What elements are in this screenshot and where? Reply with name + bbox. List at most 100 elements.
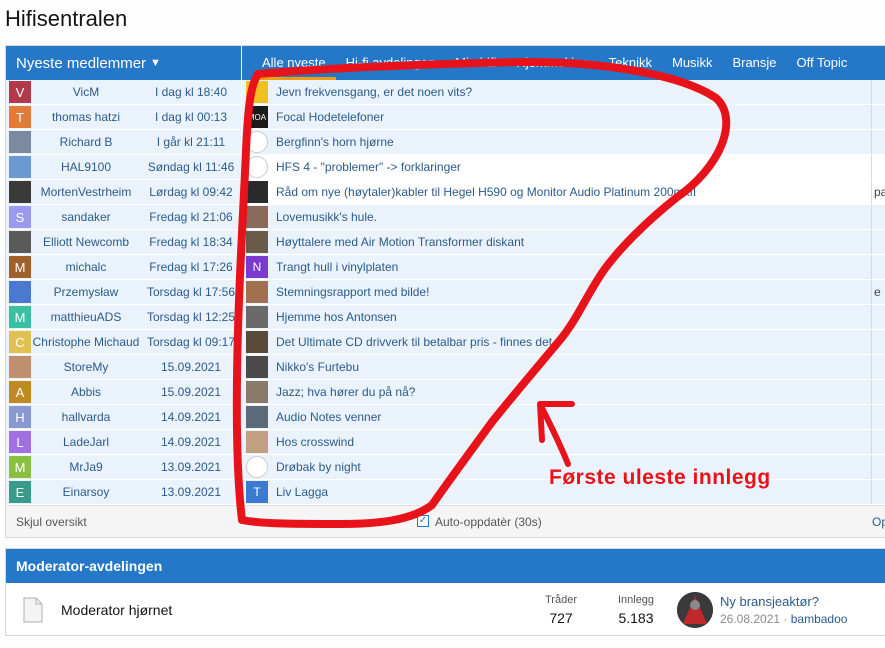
thread-item[interactable]: N Trangt hull i vinylplaten	[242, 255, 885, 279]
member-avatar-icon[interactable]: A	[9, 381, 31, 403]
thread-title[interactable]: Jazz; hva hører du på nå?	[276, 385, 415, 399]
auto-update-checkbox[interactable]: ✓	[417, 515, 429, 527]
member-name[interactable]: Abbis	[31, 385, 141, 399]
last-post-title[interactable]: Ny bransjeaktør?	[720, 594, 819, 609]
member-item[interactable]: Przemysław Torsdag kl 17:56	[6, 280, 242, 304]
thread-item[interactable]: MOA Focal Hodetelefoner	[242, 105, 885, 129]
thread-title[interactable]: Trangt hull i vinylplaten	[276, 260, 398, 274]
eye-icon[interactable]	[246, 156, 268, 178]
member-name[interactable]: VicM	[31, 85, 141, 99]
member-item[interactable]: M MrJa9 13.09.2021	[6, 455, 242, 479]
member-name[interactable]: Richard B	[31, 135, 141, 149]
member-name[interactable]: Christophe Michaud	[31, 335, 141, 349]
tab-7[interactable]: Off Topic	[787, 46, 858, 80]
tab-3[interactable]: Hjemmekino	[506, 46, 598, 80]
letter-avatar-icon[interactable]: N	[246, 256, 268, 278]
thread-item[interactable]: Råd om nye (høytaler)kabler til Hegel H5…	[242, 180, 885, 204]
member-item[interactable]: Richard B I går kl 21:11	[6, 130, 242, 154]
thread-title[interactable]: Lovemusikk's hule.	[276, 210, 377, 224]
photo-avatar-icon[interactable]	[246, 431, 268, 453]
member-avatar-icon[interactable]: C	[9, 331, 31, 353]
member-avatar-icon[interactable]	[9, 281, 31, 303]
tab-2[interactable]: Min hifi	[445, 46, 506, 80]
member-avatar-icon[interactable]	[9, 181, 31, 203]
thread-title[interactable]: Det Ultimate CD drivverk til betalbar pr…	[276, 335, 562, 349]
last-post-avatar[interactable]	[677, 592, 713, 628]
cartoon-avatar-icon[interactable]	[246, 81, 268, 103]
thread-title[interactable]: Hos crosswind	[276, 435, 354, 449]
moderator-node-title[interactable]: Moderator hjørnet	[61, 602, 172, 618]
member-avatar-icon[interactable]: T	[9, 106, 31, 128]
photo-avatar-icon[interactable]	[246, 381, 268, 403]
member-name[interactable]: MortenVestrheim	[31, 185, 141, 199]
member-name[interactable]: sandaker	[31, 210, 141, 224]
member-item[interactable]: MmatthieuADS Torsdag kl 12:25	[6, 305, 242, 329]
thread-item[interactable]: HFS 4 - "problemer" -> forklaringer	[242, 155, 885, 179]
member-item[interactable]: StoreMy 15.09.2021	[6, 355, 242, 379]
thread-item[interactable]: Lovemusikk's hule.	[242, 205, 885, 229]
thread-title[interactable]: Jevn frekvensgang, er det noen vits?	[276, 85, 472, 99]
member-item[interactable]: Elliott Newcomb Fredag kl 18:34	[6, 230, 242, 254]
thread-title[interactable]: Stemningsrapport med bilde!	[276, 285, 429, 299]
member-name[interactable]: hallvarda	[31, 410, 141, 424]
member-item[interactable]: HAL9100 Søndag kl 11:46	[6, 155, 242, 179]
thread-item[interactable]: Hjemme hos Antonsen	[242, 305, 885, 329]
moderator-section-title[interactable]: Moderator-avdelingen	[6, 549, 885, 583]
thread-title[interactable]: Drøbak by night	[276, 460, 361, 474]
photo-avatar-icon[interactable]	[246, 281, 268, 303]
figure-icon[interactable]	[246, 456, 268, 478]
photo-avatar-icon[interactable]	[246, 406, 268, 428]
member-name[interactable]: MrJa9	[31, 460, 141, 474]
photo-avatar-icon[interactable]	[246, 331, 268, 353]
photo-avatar-icon[interactable]	[246, 306, 268, 328]
member-name[interactable]: LadeJarl	[31, 435, 141, 449]
thread-item[interactable]: Jevn frekvensgang, er det noen vits?	[242, 80, 885, 104]
member-item[interactable]: Hhallvarda 14.09.2021	[6, 405, 242, 429]
tab-5[interactable]: Musikk	[662, 46, 722, 80]
tab-4[interactable]: Teknikk	[599, 46, 662, 80]
member-avatar-icon[interactable]	[9, 156, 31, 178]
speaker-icon[interactable]	[246, 131, 268, 153]
thread-item[interactable]: Det Ultimate CD drivverk til betalbar pr…	[242, 330, 885, 354]
photo-avatar-icon[interactable]	[246, 206, 268, 228]
thread-title[interactable]: Focal Hodetelefoner	[276, 110, 384, 124]
member-item[interactable]: L LadeJarl 14.09.2021	[6, 430, 242, 454]
tab-6[interactable]: Bransje	[722, 46, 786, 80]
tab-0[interactable]: Alle nyeste	[252, 46, 336, 80]
member-avatar-icon[interactable]	[9, 131, 31, 153]
member-item[interactable]: C Christophe Michaud Torsdag kl 09:17	[6, 330, 242, 354]
thread-item[interactable]: Stemningsrapport med bilde! e	[242, 280, 885, 304]
member-avatar-icon[interactable]: M	[9, 256, 31, 278]
member-name[interactable]: thomas hatzi	[31, 110, 141, 124]
thread-item[interactable]: Audio Notes venner	[242, 405, 885, 429]
member-avatar-icon[interactable]: E	[9, 481, 31, 503]
member-name[interactable]: Elliott Newcomb	[31, 235, 141, 249]
member-avatar-icon[interactable]: V	[9, 81, 31, 103]
member-avatar-icon[interactable]: S	[9, 206, 31, 228]
thread-item[interactable]: Hos crosswind	[242, 430, 885, 454]
member-name[interactable]: michalc	[31, 260, 141, 274]
letter-avatar-icon[interactable]: T	[246, 481, 268, 503]
thread-title[interactable]: Nikko's Furtebu	[276, 360, 359, 374]
tab-1[interactable]: Hi-fi avdelingen	[336, 46, 446, 80]
thread-item[interactable]: Nikko's Furtebu	[242, 355, 885, 379]
member-name[interactable]: StoreMy	[31, 360, 141, 374]
member-avatar-icon[interactable]: L	[9, 431, 31, 453]
last-post-user[interactable]: bambadoo	[791, 612, 848, 626]
member-item[interactable]: V VicM I dag kl 18:40	[6, 80, 242, 104]
member-avatar-icon[interactable]: M	[9, 306, 31, 328]
thread-title[interactable]: Høyttalere med Air Motion Transformer di…	[276, 235, 524, 249]
thread-title[interactable]: Råd om nye (høytaler)kabler til Hegel H5…	[276, 185, 696, 199]
thread-item[interactable]: Jazz; hva hører du på nå?	[242, 380, 885, 404]
member-avatar-icon[interactable]	[9, 356, 31, 378]
thread-title[interactable]: Liv Lagga	[276, 485, 328, 499]
thread-title[interactable]: Audio Notes venner	[276, 410, 381, 424]
thread-item[interactable]: Høyttalere med Air Motion Transformer di…	[242, 230, 885, 254]
member-item[interactable]: A Abbis 15.09.2021	[6, 380, 242, 404]
member-name[interactable]: Przemysław	[31, 285, 141, 299]
moa-logo-icon[interactable]: MOA	[246, 106, 268, 128]
member-avatar-icon[interactable]: M	[9, 456, 31, 478]
member-name[interactable]: HAL9100	[31, 160, 141, 174]
member-name[interactable]: matthieuADS	[31, 310, 141, 324]
member-item[interactable]: MortenVestrheim Lørdag kl 09:42	[6, 180, 242, 204]
